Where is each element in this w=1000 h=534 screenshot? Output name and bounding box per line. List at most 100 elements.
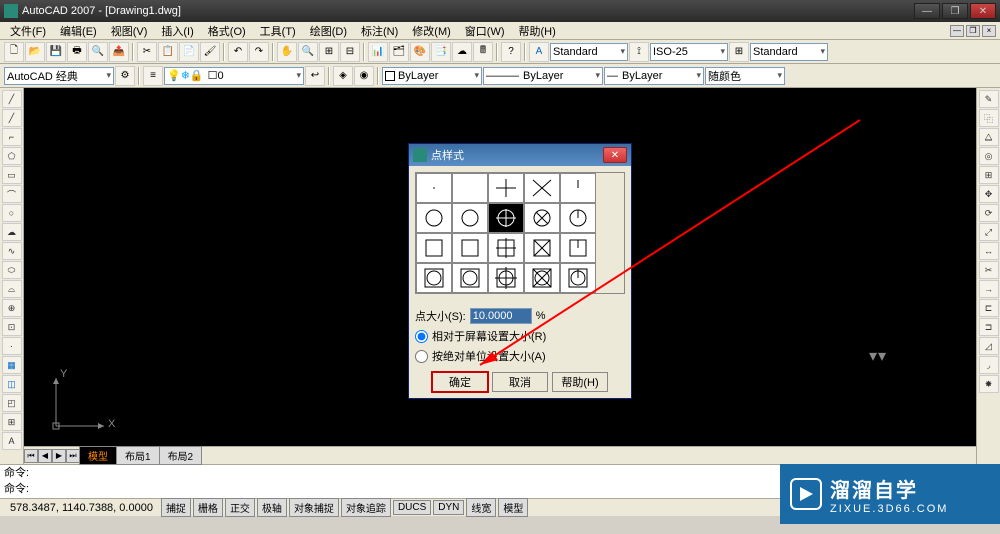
- doc-close-button[interactable]: ×: [982, 25, 996, 37]
- menu-dim[interactable]: 标注(N): [355, 22, 404, 40]
- dialog-titlebar[interactable]: 点样式 ✕: [409, 144, 631, 166]
- dialog-close-button[interactable]: ✕: [603, 147, 627, 163]
- pt-style-square-x[interactable]: [524, 233, 560, 263]
- zoom-prev-icon[interactable]: ⊟: [340, 42, 360, 62]
- tab-model[interactable]: 模型: [79, 446, 117, 465]
- layer-state-icon[interactable]: ◈: [333, 66, 353, 86]
- block-icon[interactable]: ⊡: [2, 318, 22, 336]
- help-icon[interactable]: ?: [501, 42, 521, 62]
- osnap-toggle[interactable]: 对象捕捉: [289, 498, 339, 517]
- maximize-button[interactable]: ❐: [942, 3, 968, 19]
- tab-layout1[interactable]: 布局1: [116, 446, 160, 465]
- save-icon[interactable]: 💾: [46, 42, 66, 62]
- snap-toggle[interactable]: 捕捉: [161, 498, 191, 517]
- dimstyle-select[interactable]: ISO-25: [650, 43, 728, 61]
- menu-file[interactable]: 文件(F): [4, 22, 52, 40]
- explode-icon[interactable]: ✸: [979, 375, 999, 393]
- workspace-select[interactable]: AutoCAD 经典: [4, 67, 114, 85]
- ok-button[interactable]: 确定: [432, 372, 488, 392]
- point-icon[interactable]: ·: [2, 337, 22, 355]
- pt-style-square[interactable]: [452, 233, 488, 263]
- ellipse-icon[interactable]: ⬭: [2, 261, 22, 279]
- textstyle-icon[interactable]: A: [529, 42, 549, 62]
- polygon-icon[interactable]: ⬠: [2, 147, 22, 165]
- extend-icon[interactable]: →: [979, 280, 999, 298]
- dyn-toggle[interactable]: DYN: [433, 500, 464, 515]
- doc-minimize-button[interactable]: —: [950, 25, 964, 37]
- cancel-button[interactable]: 取消: [492, 372, 548, 392]
- tablestyle-icon[interactable]: ⊞: [729, 42, 749, 62]
- open-icon[interactable]: 📂: [25, 42, 45, 62]
- chamfer-icon[interactable]: ◿: [979, 337, 999, 355]
- undo-icon[interactable]: ↶: [228, 42, 248, 62]
- grid-toggle[interactable]: 栅格: [193, 498, 223, 517]
- dc-icon[interactable]: 🗂: [389, 42, 409, 62]
- help-button[interactable]: 帮助(H): [552, 372, 608, 392]
- lwt-toggle[interactable]: 线宽: [466, 498, 496, 517]
- linetype-select[interactable]: ———ByLayer: [483, 67, 603, 85]
- pt-style-circle-plus[interactable]: [488, 203, 524, 233]
- otrack-toggle[interactable]: 对象追踪: [341, 498, 391, 517]
- props-icon[interactable]: 📊: [368, 42, 388, 62]
- array-icon[interactable]: ⊞: [979, 166, 999, 184]
- pt-style-circle[interactable]: [452, 203, 488, 233]
- color-select[interactable]: ByLayer: [382, 67, 482, 85]
- scale-icon[interactable]: ⤢: [979, 223, 999, 241]
- pan-icon[interactable]: ✋: [277, 42, 297, 62]
- tab-next-button[interactable]: ▶: [52, 449, 66, 463]
- pt-style-sq-circ-dot[interactable]: [416, 263, 452, 293]
- trim-icon[interactable]: ✂: [979, 261, 999, 279]
- ellipsearc-icon[interactable]: ⌓: [2, 280, 22, 298]
- pt-style-circle-x[interactable]: [524, 203, 560, 233]
- mtext-icon[interactable]: A: [2, 432, 22, 450]
- paste-icon[interactable]: 📄: [179, 42, 199, 62]
- line-icon[interactable]: ╱: [2, 90, 22, 108]
- layer-select[interactable]: 💡❄🔒☐ 0: [164, 67, 304, 85]
- pt-style-square-dot[interactable]: [416, 233, 452, 263]
- pt-style-square-plus[interactable]: [488, 233, 524, 263]
- stretch-icon[interactable]: ↔: [979, 242, 999, 260]
- doc-restore-button[interactable]: ❐: [966, 25, 980, 37]
- pt-style-plus[interactable]: [488, 173, 524, 203]
- pt-style-tick[interactable]: [560, 173, 596, 203]
- fillet-icon[interactable]: ◞: [979, 356, 999, 374]
- minimize-button[interactable]: —: [914, 3, 940, 19]
- redo-icon[interactable]: ↷: [249, 42, 269, 62]
- menu-window[interactable]: 窗口(W): [459, 22, 511, 40]
- tab-first-button[interactable]: ⏮: [24, 449, 38, 463]
- menu-modify[interactable]: 修改(M): [406, 22, 457, 40]
- menu-help[interactable]: 帮助(H): [513, 22, 562, 40]
- join-icon[interactable]: ⊐: [979, 318, 999, 336]
- pt-style-square-tick[interactable]: [560, 233, 596, 263]
- menu-edit[interactable]: 编辑(E): [54, 22, 103, 40]
- zoom-rt-icon[interactable]: 🔍: [298, 42, 318, 62]
- region-icon[interactable]: ◰: [2, 394, 22, 412]
- gradient-icon[interactable]: ◫: [2, 375, 22, 393]
- erase-icon[interactable]: ✎: [979, 90, 999, 108]
- tp-icon[interactable]: 🎨: [410, 42, 430, 62]
- copy-icon[interactable]: 📋: [158, 42, 178, 62]
- tab-prev-button[interactable]: ◀: [38, 449, 52, 463]
- ssc-icon[interactable]: 📑: [431, 42, 451, 62]
- lineweight-select[interactable]: —ByLayer: [604, 67, 704, 85]
- layer-iso-icon[interactable]: ◉: [354, 66, 374, 86]
- pt-style-circle-dot[interactable]: [416, 203, 452, 233]
- menu-view[interactable]: 视图(V): [105, 22, 154, 40]
- plotcolor-select[interactable]: 随颜色: [705, 67, 785, 85]
- ducs-toggle[interactable]: DUCS: [393, 500, 431, 515]
- circle-icon[interactable]: ○: [2, 204, 22, 222]
- pt-style-dot[interactable]: [416, 173, 452, 203]
- mirror-icon[interactable]: ⧋: [979, 128, 999, 146]
- menu-insert[interactable]: 插入(I): [155, 22, 199, 40]
- spline-icon[interactable]: ∿: [2, 242, 22, 260]
- break-icon[interactable]: ⊏: [979, 299, 999, 317]
- markup-icon[interactable]: ☁: [452, 42, 472, 62]
- pt-style-sq-circ[interactable]: [452, 263, 488, 293]
- rotate-icon[interactable]: ⟳: [979, 204, 999, 222]
- pt-style-sq-circ-x[interactable]: [524, 263, 560, 293]
- ortho-toggle[interactable]: 正交: [225, 498, 255, 517]
- rectangle-icon[interactable]: ▭: [2, 166, 22, 184]
- pt-style-circle-tick[interactable]: [560, 203, 596, 233]
- xline-icon[interactable]: ╱: [2, 109, 22, 127]
- calc-icon[interactable]: 🖩: [473, 42, 493, 62]
